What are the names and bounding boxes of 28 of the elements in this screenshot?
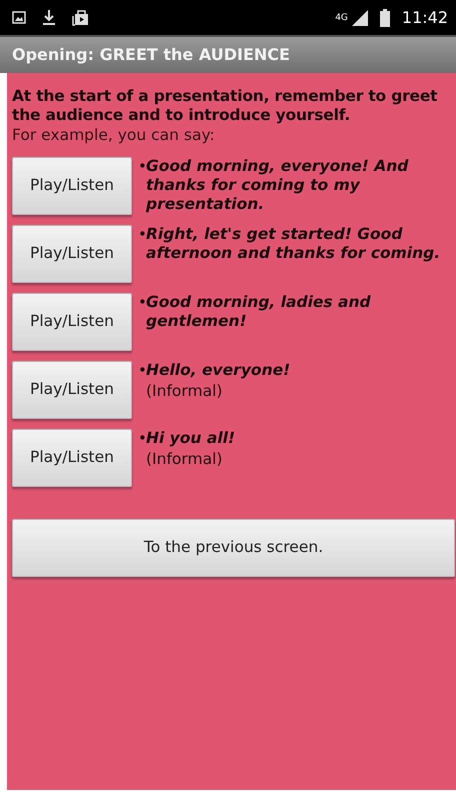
briefcase-icon [72, 10, 89, 26]
bullet-mark: • [138, 429, 146, 448]
signal-icon [352, 10, 368, 26]
play-listen-button[interactable]: Play/Listen [12, 225, 132, 283]
phrase-text: Good morning, everyone! And thanks for coming to my presentation. [146, 157, 410, 214]
bullet-mark: • [138, 225, 146, 245]
previous-screen-button[interactable]: To the previous screen. [12, 519, 455, 577]
intro-text: At the start of a presentation, remember to greet the audience and to introduce yourself. [12, 87, 438, 125]
battery-icon [380, 8, 390, 26]
clock-time: 11:42 [402, 6, 448, 28]
phrase-text: Hello, everyone! [146, 361, 290, 380]
phrase-text: Hi you all! [146, 429, 236, 448]
example-label: For example, you can say: [12, 125, 216, 145]
network-type: 4G [335, 12, 348, 24]
phrase-text: Right, let's get started! Good afternoon and thanks for coming. [146, 225, 442, 263]
bullet-mark: • [138, 157, 146, 177]
screen-title: Opening: GREET the AUDIENCE [12, 44, 290, 66]
play-listen-button[interactable]: Play/Listen [12, 293, 132, 351]
play-listen-button[interactable]: Play/Listen [12, 157, 132, 215]
bullet-mark: • [138, 361, 146, 380]
image-icon [12, 11, 26, 24]
register-note: (Informal) [145, 381, 224, 402]
register-note: (Informal) [145, 449, 224, 470]
bullet-mark: • [138, 293, 146, 313]
download-icon [42, 9, 56, 26]
play-listen-button[interactable]: Play/Listen [12, 361, 132, 419]
phrase-text: Good morning, ladies and gentlemen! [146, 293, 372, 331]
play-listen-button[interactable]: Play/Listen [12, 429, 132, 487]
